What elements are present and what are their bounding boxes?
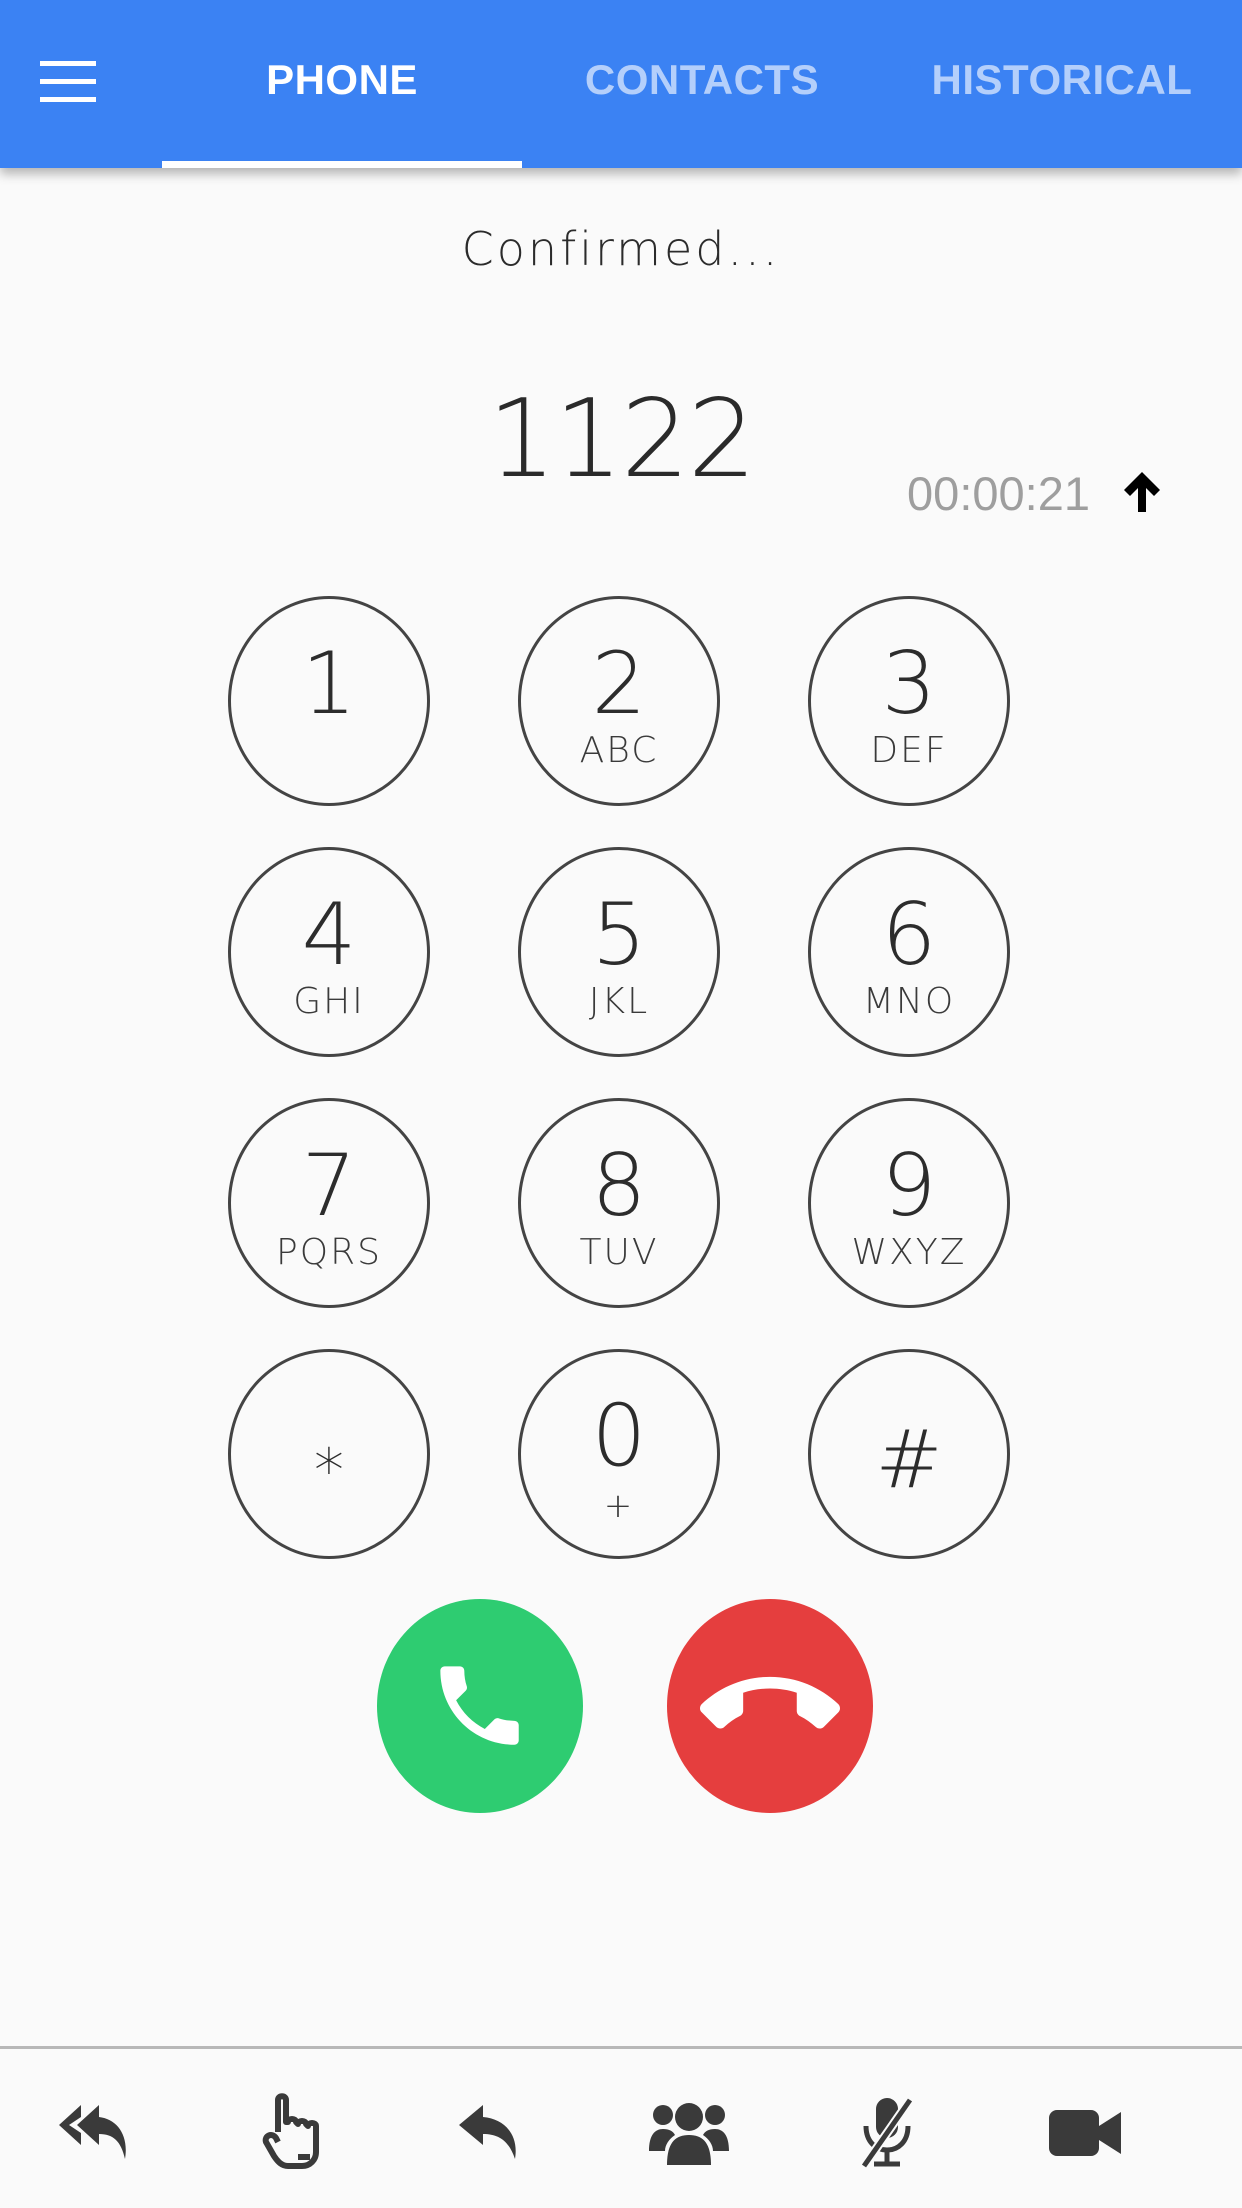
key-letters: GHI [293, 981, 365, 1022]
transfer-all-button[interactable] [50, 2087, 140, 2177]
mute-button[interactable] [842, 2087, 932, 2177]
keypad-key-5[interactable]: 5 JKL [518, 847, 720, 1057]
menu-button[interactable] [28, 44, 108, 120]
key-digit: 9 [881, 1136, 937, 1236]
phone-hangup-icon [700, 1676, 840, 1729]
key-letters: ABC [579, 730, 659, 771]
key-digit: 1 [301, 634, 357, 734]
keypad-key-9[interactable]: 9 WXYZ [808, 1098, 1010, 1308]
key-letters: MNO [862, 981, 956, 1022]
key-digit: 3 [881, 634, 937, 734]
arrow-up-icon[interactable] [1116, 466, 1168, 518]
call-actions-toolbar [0, 2046, 1242, 2208]
key-letters: PQRS [276, 1232, 382, 1273]
phone-app: PHONE CONTACTS HISTORICAL Confirmed... 1… [0, 0, 1242, 2208]
keypad-key-1[interactable]: 1 [228, 596, 430, 806]
key-letters: TUV [579, 1232, 659, 1273]
keypad-key-6[interactable]: 6 MNO [808, 847, 1010, 1057]
conference-button[interactable] [644, 2087, 734, 2177]
users-icon [649, 2103, 729, 2165]
tab-contacts[interactable]: CONTACTS [522, 0, 882, 168]
key-digit: 2 [591, 634, 647, 734]
app-header: PHONE CONTACTS HISTORICAL [0, 0, 1242, 168]
key-letters: + [603, 1486, 635, 1526]
accept-call-button[interactable] [377, 1599, 583, 1813]
keypad-key-2[interactable]: 2 ABC [518, 596, 720, 806]
keypad-key-hash[interactable]: # [808, 1349, 1010, 1559]
video-button[interactable] [1040, 2087, 1130, 2177]
key-digit: 7 [301, 1136, 357, 1236]
keypad-key-star[interactable]: * [228, 1349, 430, 1559]
hamburger-menu-icon [40, 61, 96, 102]
key-digit: 8 [591, 1136, 647, 1236]
reply-icon [459, 2105, 516, 2159]
transfer-button[interactable] [446, 2087, 536, 2177]
key-digit: 0 [591, 1386, 647, 1486]
keypad-key-8[interactable]: 8 TUV [518, 1098, 720, 1308]
key-digit: 5 [591, 885, 647, 985]
hangup-call-button[interactable] [667, 1599, 873, 1813]
keypad-key-7[interactable]: 7 PQRS [228, 1098, 430, 1308]
keypad-key-4[interactable]: 4 GHI [228, 847, 430, 1057]
hand-pointer-icon [262, 2093, 319, 2169]
video-camera-icon [1049, 2110, 1121, 2156]
dtmf-touch-button[interactable] [248, 2087, 338, 2177]
keypad-key-0[interactable]: 0 + [518, 1349, 720, 1559]
keypad-key-3[interactable]: 3 DEF [808, 596, 1010, 806]
microphone-slash-icon [860, 2097, 914, 2169]
call-status: Confirmed... [461, 222, 781, 276]
tab-historical[interactable]: HISTORICAL [882, 0, 1242, 168]
tab-phone[interactable]: PHONE [162, 0, 522, 168]
key-digit: 4 [301, 885, 357, 985]
key-letters: WXYZ [851, 1232, 967, 1273]
key-letters: DEF [870, 730, 948, 771]
key-letters: JKL [588, 981, 650, 1022]
reply-all-icon [59, 2105, 126, 2159]
key-digit: * [314, 1436, 344, 1506]
key-digit: 6 [881, 885, 937, 985]
key-digit: # [875, 1413, 943, 1506]
active-tab-indicator [162, 161, 522, 168]
phone-icon [440, 1666, 519, 1745]
call-timer: 00:00:21 [907, 467, 1090, 520]
